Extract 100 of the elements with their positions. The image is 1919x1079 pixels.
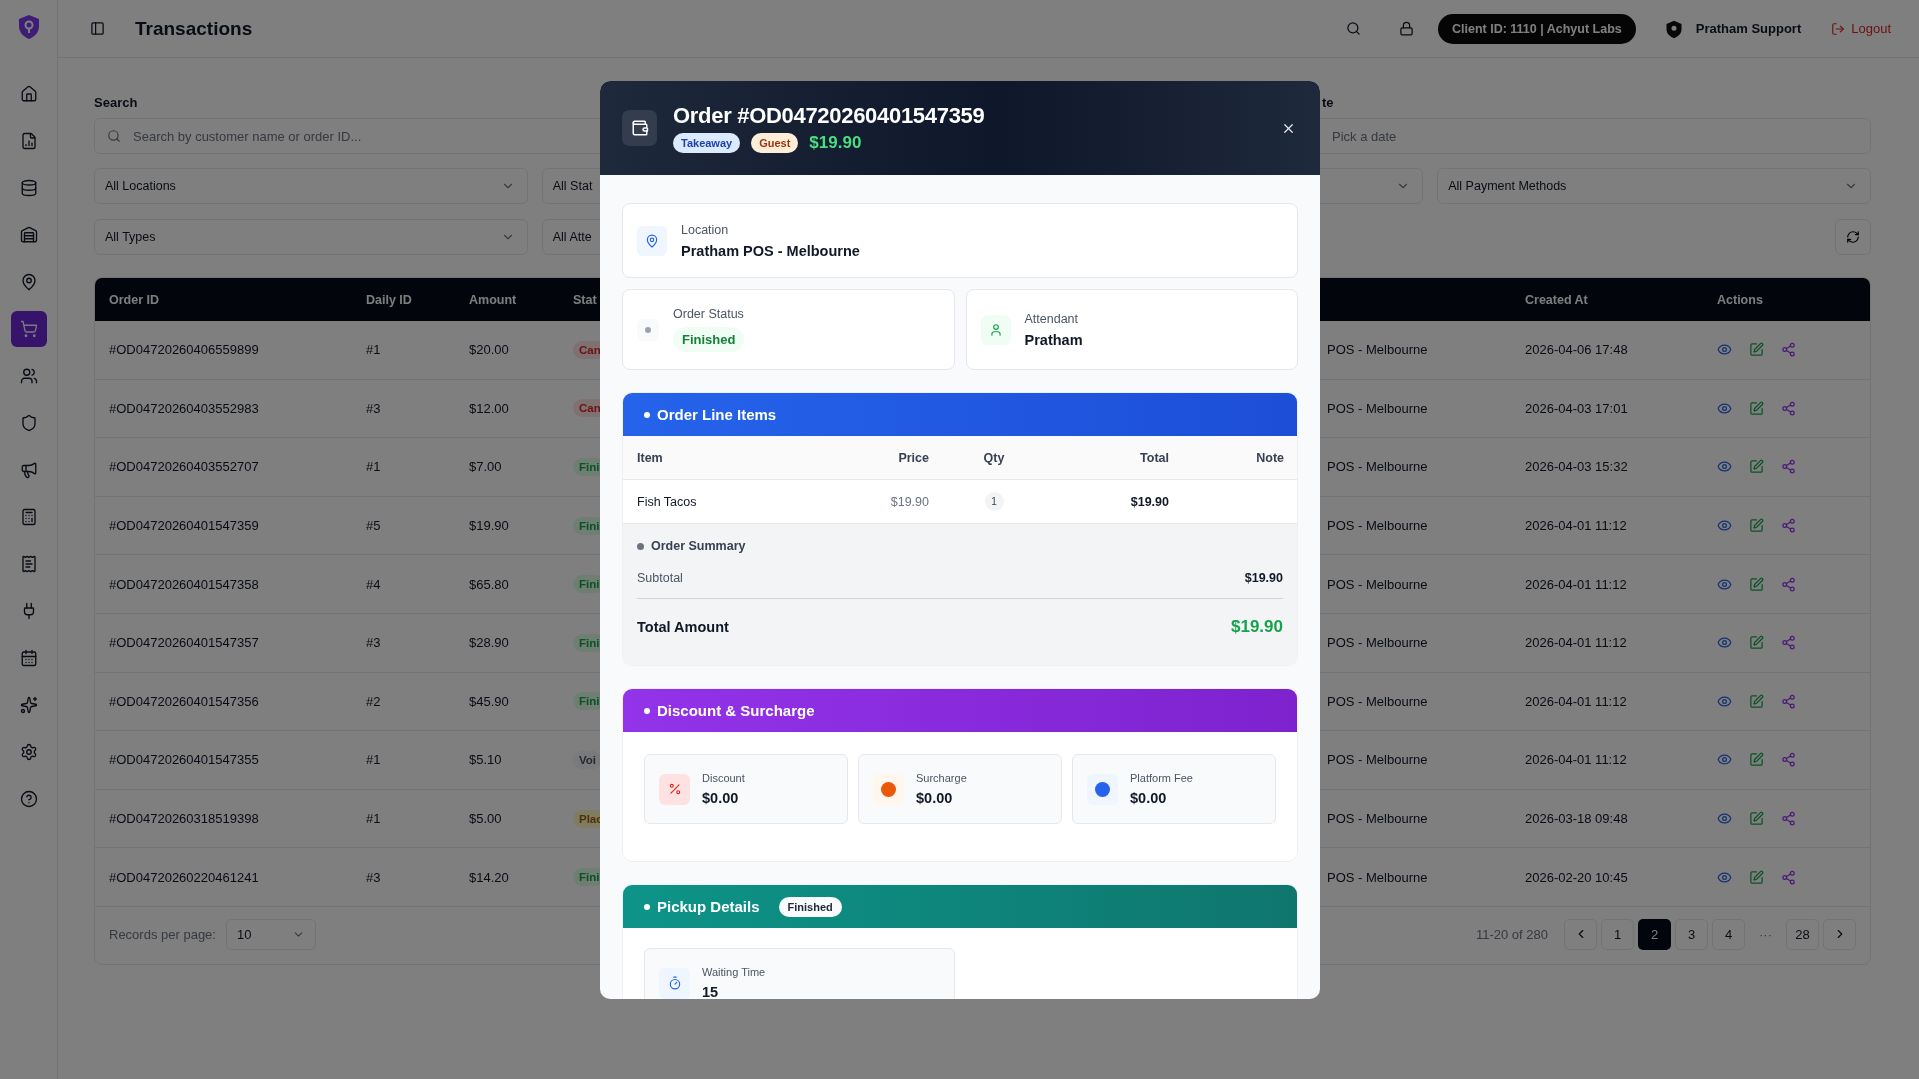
client-badge: Client ID: 1110 | Achyut Labs <box>1438 13 1636 44</box>
amount: $5.00 <box>469 811 503 827</box>
search-label: Search <box>94 95 139 110</box>
daily-id: #1 <box>366 459 382 475</box>
created-at: 2026-02-20 10:45 <box>1525 869 1629 885</box>
dialog-title: Order #OD04720260401547359 <box>673 103 986 129</box>
daily-id: #1 <box>366 811 382 827</box>
card-label: Attendant <box>1024 311 1078 326</box>
amount: $7.00 <box>469 459 503 475</box>
card-value: Pratham <box>1024 331 1083 348</box>
section-title: Discount & Surcharge <box>657 702 815 719</box>
amount: $19.90 <box>469 518 510 534</box>
order-id: #OD04720260220461241 <box>109 869 260 885</box>
page-title: Transactions <box>135 17 254 40</box>
pickup-value: 15 <box>702 984 719 999</box>
location: POS - Melbourne <box>1327 635 1429 651</box>
created-at: 2026-04-01 11:12 <box>1525 635 1628 651</box>
page-ellipsis: ··· <box>1758 926 1773 942</box>
fee-label: Platform Fee <box>1130 772 1193 784</box>
records-label: Records per page: <box>109 926 216 942</box>
column-header: Actions <box>1717 292 1764 307</box>
column-header: Item <box>637 450 664 465</box>
fee-value: $0.00 <box>702 790 739 806</box>
order-id: #OD04720260401547357 <box>109 635 260 651</box>
location: POS - Melbourne <box>1327 693 1429 709</box>
quantity-chip: 1 <box>984 492 1004 511</box>
column-header: Note <box>1255 450 1284 465</box>
section-title: Order Line Items <box>657 406 777 423</box>
location: POS - Melbourne <box>1327 518 1429 534</box>
amount: $14.20 <box>469 869 510 885</box>
daily-id: #2 <box>366 693 382 709</box>
created-at: 2026-03-18 09:48 <box>1525 811 1629 827</box>
order-id: #OD04720260401547359 <box>109 518 260 534</box>
subtotal-value: $19.90 <box>1244 571 1283 585</box>
daily-id: #3 <box>366 400 382 416</box>
status-badge: Finished <box>778 896 842 917</box>
location: POS - Melbourne <box>1327 342 1429 358</box>
card-label: Location <box>681 222 729 237</box>
created-at: 2026-04-03 17:01 <box>1525 400 1629 416</box>
location: POS - Melbourne <box>1327 811 1429 827</box>
total-value: $19.90 <box>1231 617 1283 637</box>
column-header: Stat <box>573 292 598 307</box>
date-label: te <box>1321 95 1335 110</box>
item-total: $19.90 <box>1129 494 1169 509</box>
fee-label: Surcharge <box>916 772 967 784</box>
item-price: $19.90 <box>889 494 929 509</box>
location: POS - Melbourne <box>1327 400 1429 416</box>
column-header: Created At <box>1525 292 1589 307</box>
location: POS - Melbourne <box>1327 576 1429 592</box>
order-id: #OD04720260401547356 <box>109 693 260 709</box>
item-name: Fish Tacos <box>637 494 698 509</box>
order-tag: Guest <box>751 133 799 153</box>
column-header: Price <box>897 450 929 465</box>
amount: $28.90 <box>469 635 510 651</box>
amount: $12.00 <box>469 400 510 416</box>
column-header: Amount <box>469 292 518 307</box>
column-header: Total <box>1139 450 1169 465</box>
column-header: Daily ID <box>366 292 413 307</box>
range-text: 11-20 of 280 <box>1475 926 1548 942</box>
order-id: #OD04720260403552707 <box>109 459 260 475</box>
daily-id: #1 <box>366 342 382 358</box>
amount: $45.90 <box>469 693 510 709</box>
created-at: 2026-04-03 15:32 <box>1525 459 1629 475</box>
order-id: #OD04720260401547358 <box>109 576 260 592</box>
column-header: Order ID <box>109 292 160 307</box>
order-id: #OD04720260318519398 <box>109 811 260 827</box>
status-badge: Finished <box>673 327 745 352</box>
created-at: 2026-04-01 11:12 <box>1525 518 1628 534</box>
daily-id: #1 <box>366 752 382 768</box>
fee-label: Discount <box>702 772 745 784</box>
fee-value: $0.00 <box>916 790 953 806</box>
location: POS - Melbourne <box>1327 869 1429 885</box>
card-label: Order Status <box>673 307 744 321</box>
order-tag: Takeaway <box>673 133 741 153</box>
order-id: #OD04720260406559899 <box>109 342 260 358</box>
daily-id: #3 <box>366 635 382 651</box>
card-value: Pratham POS - Melbourne <box>681 242 860 259</box>
subtotal-label: Subtotal <box>637 571 683 585</box>
order-id: #OD04720260403552983 <box>109 400 260 416</box>
created-at: 2026-04-01 11:12 <box>1525 752 1628 768</box>
summary-title: Order Summary <box>651 539 746 553</box>
column-header: Qty <box>982 450 1006 465</box>
status-badge: Voi <box>573 750 603 769</box>
created-at: 2026-04-01 11:12 <box>1525 693 1628 709</box>
order-id: #OD04720260401547355 <box>109 752 260 768</box>
amount: $65.80 <box>469 576 510 592</box>
pickup-label: Waiting Time <box>702 966 766 978</box>
daily-id: #4 <box>366 576 382 592</box>
total-label: Total Amount <box>637 619 729 635</box>
daily-id: #3 <box>366 869 382 885</box>
fee-value: $0.00 <box>1130 790 1167 806</box>
amount: $20.00 <box>469 342 510 358</box>
amount: $5.10 <box>469 752 503 768</box>
section-title: Pickup Details <box>657 898 760 915</box>
location: POS - Melbourne <box>1327 459 1429 475</box>
daily-id: #5 <box>366 518 382 534</box>
location: POS - Melbourne <box>1327 752 1429 768</box>
order-amount: $19.90 <box>809 133 862 153</box>
created-at: 2026-04-01 11:12 <box>1525 576 1628 592</box>
created-at: 2026-04-06 17:48 <box>1525 342 1629 358</box>
